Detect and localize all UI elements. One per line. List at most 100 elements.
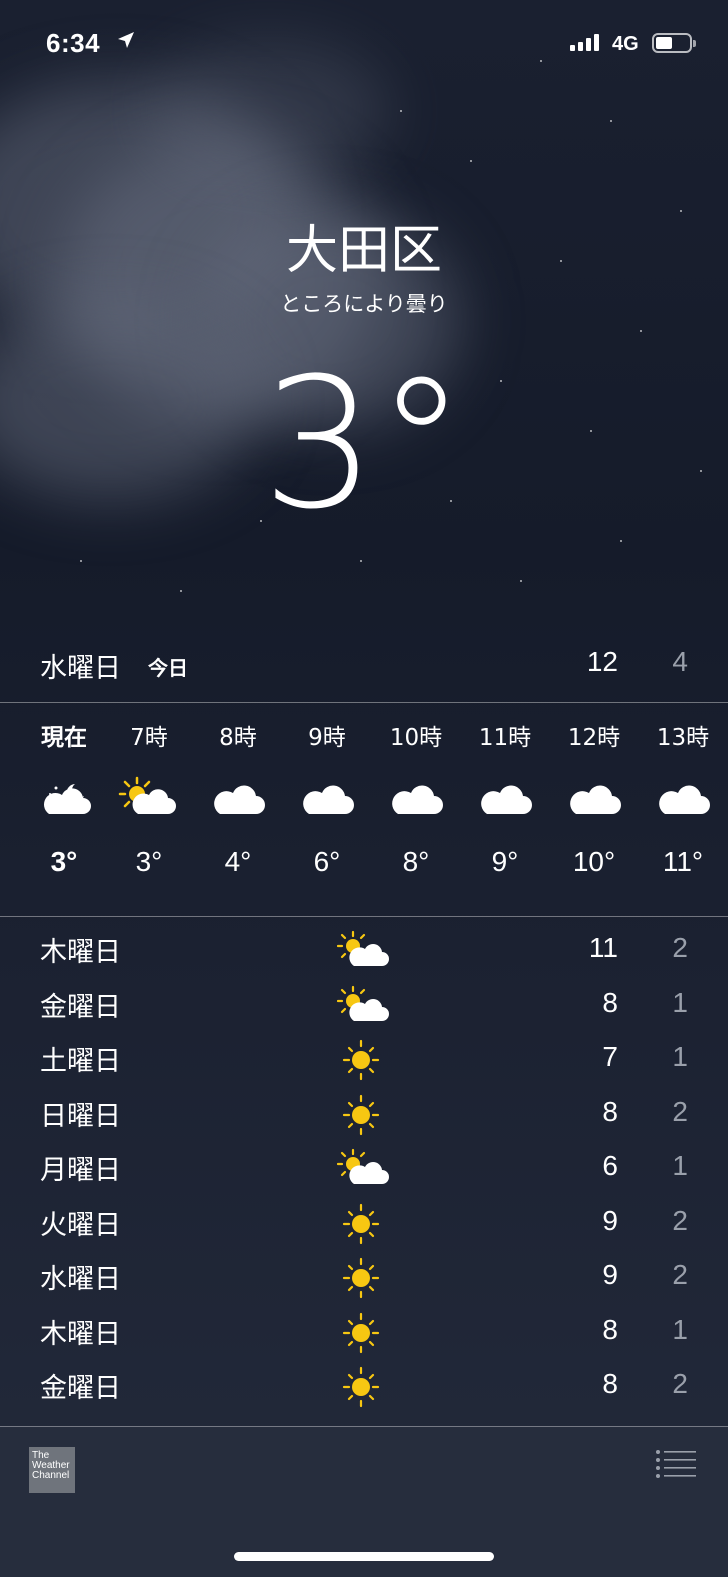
hour-label: 8時 — [219, 725, 257, 751]
hour-temp: 10° — [572, 846, 616, 877]
today-day: 水曜日 — [40, 653, 121, 684]
hourly-item: 8時 4° — [193, 704, 283, 878]
sun-icon — [342, 1039, 380, 1081]
day-low: 1 — [672, 986, 688, 1018]
sun-icon — [342, 1257, 380, 1299]
day-low: 2 — [672, 1204, 688, 1236]
day-name: 金曜日 — [40, 1373, 121, 1404]
today-label: 今日 — [148, 656, 188, 680]
daily-row: 木曜日 11 2 — [0, 924, 728, 979]
daily-row: 金曜日 8 2 — [0, 1360, 728, 1415]
day-name: 木曜日 — [40, 937, 121, 968]
footer-bar: The Weather Channel — [0, 1427, 728, 1577]
location-header: 大田区 ところにより曇り — [0, 216, 728, 318]
network-type: 4G — [612, 33, 639, 55]
cellular-signal-icon — [570, 34, 599, 51]
sun-icon — [342, 1203, 380, 1244]
weather-channel-logo[interactable]: The Weather Channel — [29, 1447, 75, 1493]
hourly-forecast[interactable]: 現在 3° 7時 3° 8時 4° 9時 6° 10時 8° 11時 9° 12… — [0, 704, 728, 914]
hour-label: 12時 — [567, 725, 621, 751]
today-low: 4 — [672, 646, 688, 677]
day-low: 1 — [672, 1313, 688, 1345]
day-low: 1 — [672, 1041, 688, 1072]
hour-temp: 8° — [402, 846, 430, 877]
status-bar: 6:34 4G — [0, 0, 728, 90]
day-high: 7 — [602, 1041, 618, 1072]
daily-row: 土曜日 7 1 — [0, 1033, 728, 1088]
daily-forecast[interactable]: 木曜日 11 2 金曜日 8 1 土曜日 7 1 日曜日 8 2 月曜日 6 1… — [0, 924, 728, 1415]
cloud-icon — [549, 770, 639, 830]
divider — [0, 916, 728, 917]
day-high: 8 — [602, 1095, 618, 1127]
day-high: 8 — [602, 986, 618, 1018]
weather-condition: ところにより曇り — [280, 292, 448, 316]
hour-temp: 3° — [135, 846, 163, 877]
hourly-item: 10時 8° — [371, 704, 461, 878]
location-arrow-icon — [118, 32, 134, 48]
cloud-icon — [638, 770, 728, 830]
day-low: 2 — [672, 932, 688, 963]
city-name: 大田区 — [285, 221, 442, 281]
sun-cloud-icon — [337, 1148, 389, 1184]
hourly-item: 現在 3° — [19, 704, 109, 878]
day-name: 木曜日 — [40, 1318, 121, 1350]
hour-label: 11時 — [478, 725, 532, 751]
day-name: 金曜日 — [40, 991, 121, 1023]
cloud-icon — [460, 770, 550, 830]
today-summary: 水曜日 今日 12 4 — [0, 640, 728, 702]
sun-icon — [342, 1312, 380, 1353]
sun-icon — [342, 1094, 380, 1135]
hourly-item: 13時 11° — [638, 704, 728, 878]
hourly-item: 9時 6° — [282, 704, 372, 878]
hour-label: 13時 — [656, 725, 710, 751]
hour-temp: 11° — [662, 846, 704, 877]
city-list-icon[interactable] — [655, 1449, 697, 1479]
day-name: 火曜日 — [40, 1209, 121, 1241]
daily-row: 木曜日 8 1 — [0, 1306, 728, 1361]
hour-label: 9時 — [308, 725, 346, 751]
hourly-item: 12時 10° — [549, 704, 639, 878]
sun-cloud-icon — [337, 985, 389, 1021]
hour-label: 10時 — [389, 725, 443, 751]
today-high: 12 — [586, 646, 618, 677]
hourly-item: 7時 3° — [104, 704, 194, 878]
day-high: 11 — [588, 932, 618, 963]
hour-label: 現在 — [41, 725, 87, 751]
day-high: 9 — [602, 1259, 618, 1290]
status-time: 6:34 — [46, 28, 101, 58]
day-high: 8 — [602, 1368, 618, 1399]
moon-cloud-icon — [19, 770, 109, 830]
hour-temp: 6° — [313, 846, 341, 877]
current-temperature: 3° — [261, 340, 467, 549]
hour-temp: 3° — [50, 846, 78, 877]
hour-label: 7時 — [130, 725, 168, 751]
daily-row: 水曜日 9 2 — [0, 1251, 728, 1306]
sun-cloud-icon — [104, 770, 194, 830]
daily-row: 火曜日 9 2 — [0, 1197, 728, 1252]
cloud-icon — [282, 770, 372, 830]
day-name: 日曜日 — [40, 1100, 121, 1132]
daily-row: 日曜日 8 2 — [0, 1088, 728, 1143]
day-low: 2 — [672, 1259, 688, 1290]
day-low: 1 — [672, 1150, 688, 1181]
day-name: 土曜日 — [40, 1046, 121, 1077]
day-low: 2 — [672, 1368, 688, 1399]
sun-icon — [342, 1366, 380, 1408]
home-indicator[interactable] — [234, 1552, 494, 1561]
day-name: 水曜日 — [40, 1264, 121, 1295]
cloud-icon — [193, 770, 283, 830]
cloud-icon — [371, 770, 461, 830]
day-low: 2 — [672, 1095, 688, 1127]
day-high: 9 — [602, 1204, 618, 1236]
hour-temp: 9° — [491, 846, 519, 877]
divider — [0, 702, 728, 703]
sun-cloud-icon — [337, 930, 389, 966]
hour-temp: 4° — [224, 846, 252, 877]
day-high: 8 — [602, 1313, 618, 1345]
day-high: 6 — [602, 1150, 618, 1181]
daily-row: 金曜日 8 1 — [0, 979, 728, 1034]
battery-icon — [652, 33, 696, 53]
day-name: 月曜日 — [40, 1155, 121, 1186]
daily-row: 月曜日 6 1 — [0, 1142, 728, 1197]
hourly-item: 11時 9° — [460, 704, 550, 878]
